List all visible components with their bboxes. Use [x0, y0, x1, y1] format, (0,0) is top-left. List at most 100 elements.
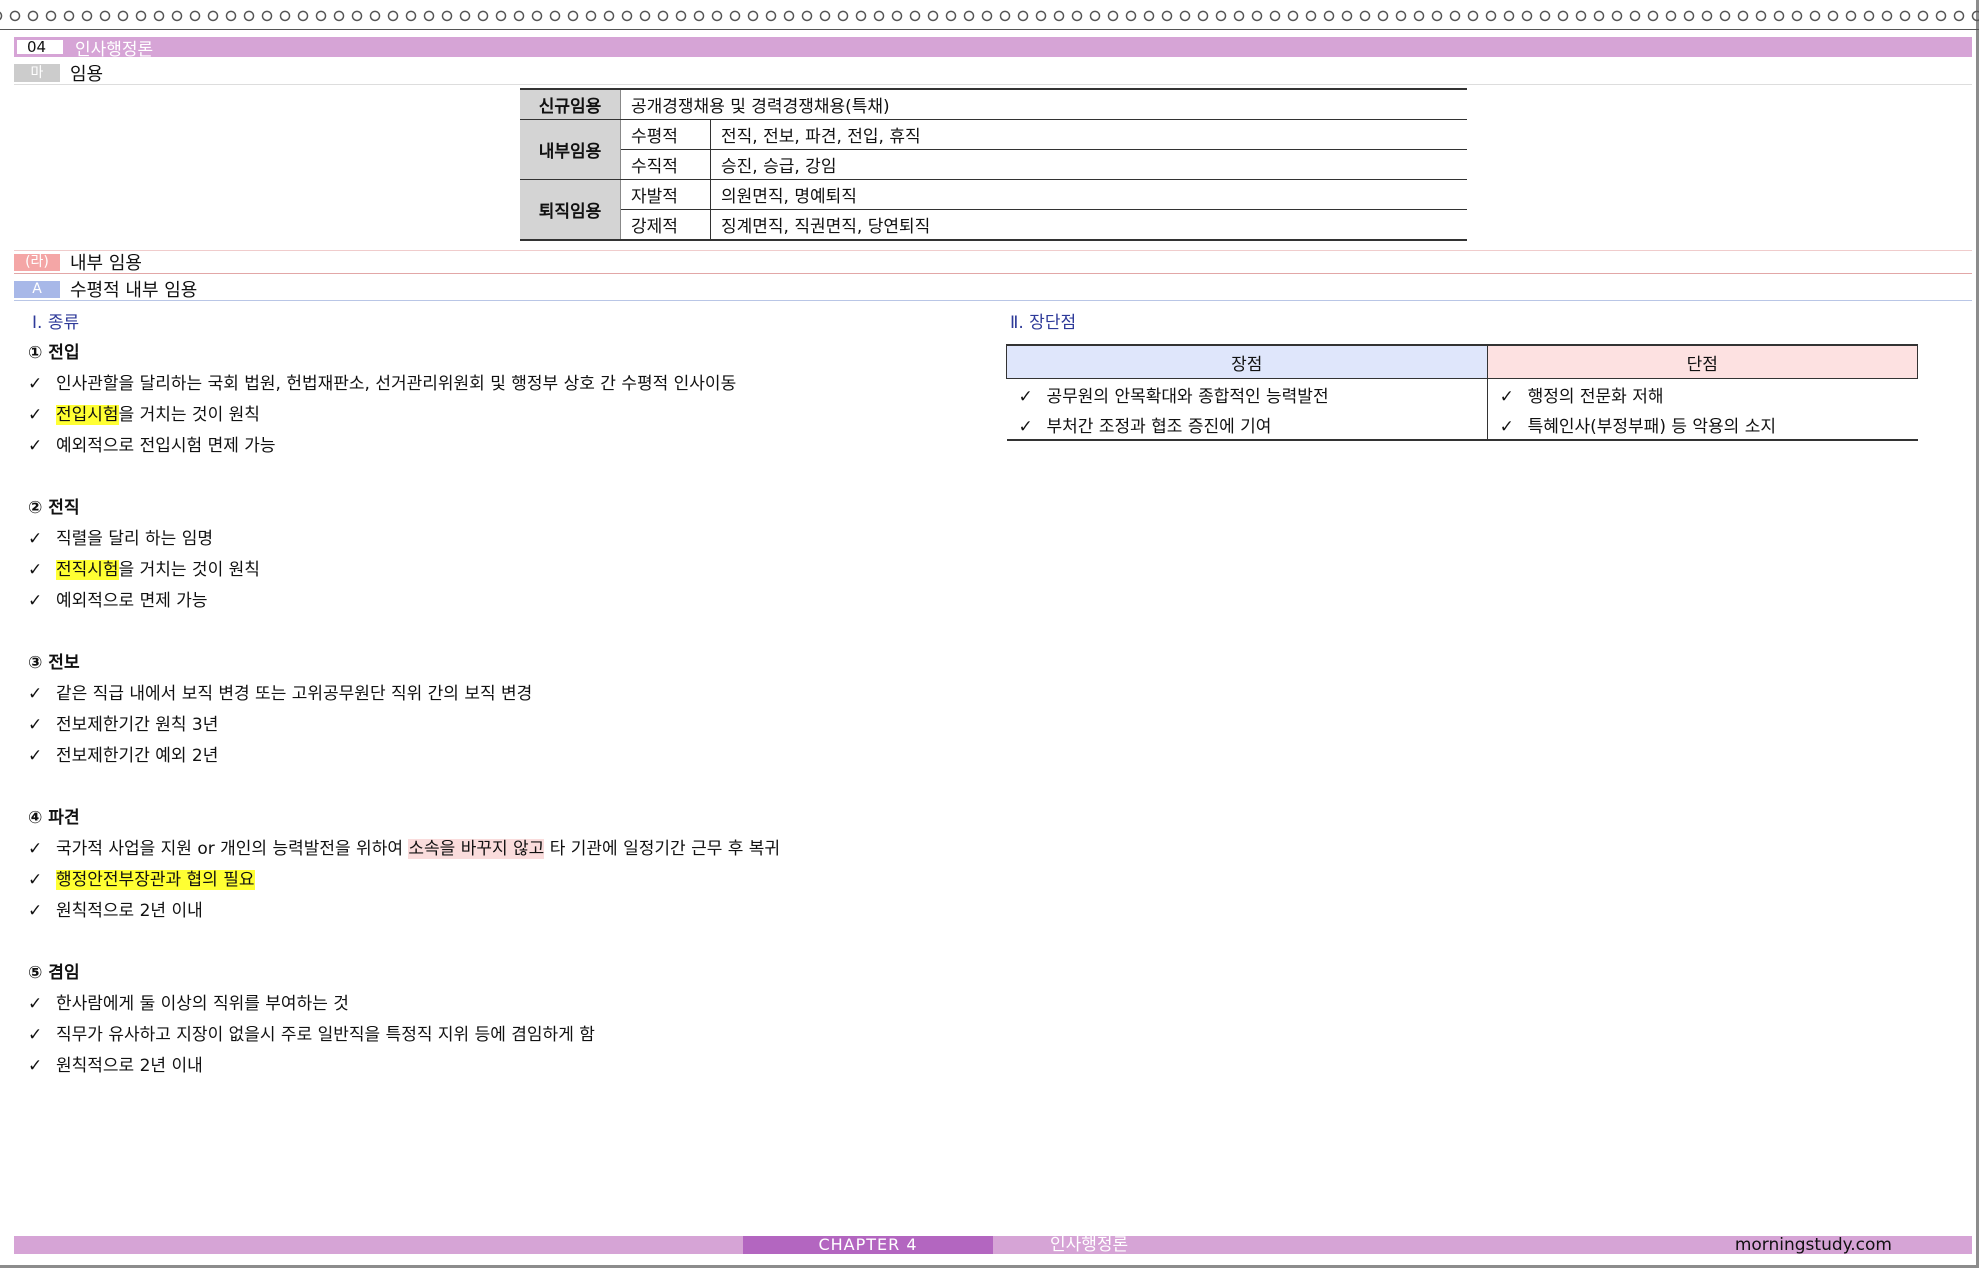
check-icon: ✓ — [28, 560, 43, 580]
list-item: ✓ 직렬을 달리 하는 임명 — [28, 524, 1008, 555]
types-heading: Ⅰ. 종류 — [32, 313, 80, 333]
item-text: 원칙적으로 2년 이내 — [56, 1056, 203, 1076]
footer-chapter: CHAPTER 4 — [743, 1236, 993, 1254]
item-text: 인사관할을 달리하는 국회 법원, 헌법재판소, 선거관리위원회 및 행정부 상… — [56, 374, 737, 394]
list-item: ✓ 직무가 유사하고 지장이 없을시 주로 일반직을 특정직 지위 등에 겸임하게… — [28, 1020, 1008, 1051]
type-group-title: ③ 전보 — [28, 653, 80, 673]
table-row: ✓ 부처간 조정과 협조 증진에 기여 ✓ 특혜인사(부정부패) 등 악용의 소지 — [1006, 409, 1918, 441]
item-text: 전보제한기간 예외 2년 — [56, 746, 219, 766]
check-icon: ✓ — [28, 1056, 43, 1076]
check-icon: ✓ — [28, 715, 43, 735]
table-content-cell: 전직, 전보, 파견, 전입, 휴직 — [710, 119, 1467, 150]
pros-cons-heading: Ⅱ. 장단점 — [1010, 313, 1077, 333]
table-type-cell: 수직적 — [620, 149, 711, 180]
type-group: ④ 파견 ✓ 국가적 사업을 지원 or 개인의 능력발전을 위하여 소속을 바꾸지… — [28, 803, 1008, 927]
pro-text: 공무원의 안목확대와 종합적인 능력발전 — [1046, 386, 1329, 407]
subsection-title: 수평적 내부 임용 — [70, 280, 198, 301]
topic-header: 마 임용 — [14, 62, 1972, 85]
item-text: 전보제한기간 원칙 3년 — [56, 715, 219, 735]
check-icon: ✓ — [28, 684, 43, 704]
con-cell: ✓ 행정의 전문화 저해 — [1486, 378, 1918, 409]
item-text: 예외적으로 면제 가능 — [56, 591, 208, 611]
item-text: 직무가 유사하고 지장이 없을시 주로 일반직을 특정직 지위 등에 겸임하게 … — [56, 1025, 595, 1045]
table-content-cell: 징계면직, 직권면직, 당연퇴직 — [710, 209, 1467, 241]
pros-header: 장점 — [1006, 344, 1488, 379]
table-type-cell: 자발적 — [620, 179, 711, 210]
chapter-title: 인사행정론 — [75, 39, 154, 60]
item-text: 타 기관에 일정기간 근무 후 복귀 — [544, 839, 781, 859]
table-row: 퇴직임용 자발적 의원면직, 명예퇴직 — [520, 179, 1467, 241]
list-item: ✓ 한사람에게 둘 이상의 직위를 부여하는 것 — [28, 989, 1008, 1020]
table-type-cell: 강제적 — [620, 209, 711, 241]
pros-cons-table: 장점 단점 ✓ 공무원의 안목확대와 종합적인 능력발전 ✓ 행정의 전문화 저해 … — [1006, 344, 1919, 441]
types-groups: ① 전입 ✓ 인사관할을 달리하는 국회 법원, 헌법재판소, 선거관리위원회 및 … — [28, 338, 1008, 1082]
check-icon: ✓ — [28, 901, 43, 921]
list-item: ✓ 예외적으로 면제 가능 — [28, 586, 1008, 617]
pro-cell: ✓ 공무원의 안목확대와 종합적인 능력발전 — [1006, 378, 1488, 409]
cons-header: 단점 — [1486, 344, 1919, 379]
highlighted-text: 전직시험 — [56, 560, 119, 580]
check-icon: ✓ — [28, 839, 43, 859]
type-group-title: ① 전입 — [28, 343, 80, 363]
type-group: ③ 전보 ✓ 같은 직급 내에서 보직 변경 또는 고위공무원단 직위 간의 보직 … — [28, 648, 1008, 772]
item-text: 예외적으로 전입시험 면제 가능 — [56, 436, 276, 456]
table-row: ✓ 공무원의 안목확대와 종합적인 능력발전 ✓ 행정의 전문화 저해 — [1006, 378, 1918, 409]
topic-title: 임용 — [70, 64, 104, 85]
table-category-cell: 퇴직임용 — [520, 179, 621, 241]
list-item: ✓ 인사관할을 달리하는 국회 법원, 헌법재판소, 선거관리위원회 및 행정부 … — [28, 369, 1008, 400]
check-icon: ✓ — [28, 870, 43, 890]
list-item: ✓ 예외적으로 전입시험 면제 가능 — [28, 431, 1008, 462]
subsection-header: A 수평적 내부 임용 — [14, 278, 1972, 301]
con-text: 행정의 전문화 저해 — [1527, 386, 1664, 407]
table-category-cell: 내부임용 — [520, 119, 621, 180]
highlighted-text: 소속을 바꾸지 않고 — [408, 839, 545, 859]
check-icon: ✓ — [1499, 416, 1514, 437]
section-mark: (라) — [14, 253, 60, 271]
highlighted-text: 행정안전부장관과 협의 필요 — [56, 870, 255, 890]
check-icon: ✓ — [28, 436, 43, 456]
table-row: 신규임용 공개경쟁채용 및 경력경쟁채용(특채) — [520, 89, 1467, 120]
table-row: 내부임용 수평적 전직, 전보, 파견, 전입, 휴직 — [520, 119, 1467, 180]
table-row: 수직적 승진, 승급, 강임 — [520, 149, 1467, 180]
check-icon: ✓ — [28, 1025, 43, 1045]
footer-site: morningstudy.com — [1734, 1235, 1892, 1255]
check-icon: ✓ — [28, 405, 43, 425]
list-item: ✓ 원칙적으로 2년 이내 — [28, 896, 1008, 927]
type-group: ② 전직 ✓ 직렬을 달리 하는 임명 ✓ 전직시험을 거치는 것이 원칙 ✓ 예외적으로 … — [28, 493, 1008, 617]
pro-text: 부처간 조정과 협조 증진에 기여 — [1046, 416, 1272, 437]
item-text: 을 거치는 것이 원칙 — [118, 405, 260, 425]
list-item: ✓ 원칙적으로 2년 이내 — [28, 1051, 1008, 1082]
type-group-title: ④ 파견 — [28, 808, 80, 828]
chapter-header: 04 인사행정론 — [14, 37, 1972, 60]
check-icon: ✓ — [1018, 386, 1033, 407]
list-item: ✓ 전보제한기간 원칙 3년 — [28, 710, 1008, 741]
table-content-cell: 공개경쟁채용 및 경력경쟁채용(특채) — [620, 89, 1467, 120]
con-cell: ✓ 특혜인사(부정부패) 등 악용의 소지 — [1486, 409, 1918, 441]
table-header-row: 장점 단점 — [1006, 344, 1919, 379]
section-title: 내부 임용 — [70, 253, 142, 274]
section-header: (라) 내부 임용 — [14, 250, 1972, 274]
check-icon: ✓ — [1499, 386, 1514, 407]
table-category-cell: 신규임용 — [520, 89, 621, 120]
type-group-title: ⑤ 겸임 — [28, 963, 80, 983]
pros-cons-column: Ⅱ. 장단점 장점 단점 ✓ 공무원의 안목확대와 종합적인 능력발전 ✓ 행정의 … — [1006, 308, 1919, 441]
highlighted-text: 전입시험 — [56, 405, 119, 425]
type-group: ① 전입 ✓ 인사관할을 달리하는 국회 법원, 헌법재판소, 선거관리위원회 및 … — [28, 338, 1008, 462]
list-item: ✓ 전직시험을 거치는 것이 원칙 — [28, 555, 1008, 586]
types-column: Ⅰ. 종류 ① 전입 ✓ 인사관할을 달리하는 국회 법원, 헌법재판소, 선거관리… — [28, 308, 1008, 1113]
item-text: 직렬을 달리 하는 임명 — [56, 529, 213, 549]
item-text: 원칙적으로 2년 이내 — [56, 901, 203, 921]
check-icon: ✓ — [28, 746, 43, 766]
footer-title: 인사행정론 — [1050, 1235, 1129, 1255]
topic-mark: 마 — [14, 64, 60, 82]
table-content-cell: 승진, 승급, 강임 — [710, 149, 1467, 180]
spiral-binding — [0, 0, 1979, 30]
check-icon: ✓ — [28, 374, 43, 394]
pro-cell: ✓ 부처간 조정과 협조 증진에 기여 — [1006, 409, 1488, 441]
chapter-number: 04 — [17, 40, 63, 55]
type-group: ⑤ 겸임 ✓ 한사람에게 둘 이상의 직위를 부여하는 것 ✓ 직무가 유사하고 지장이… — [28, 958, 1008, 1082]
table-row: 강제적 징계면직, 직권면직, 당연퇴직 — [520, 209, 1467, 241]
footer-bar: CHAPTER 4 인사행정론 morningstudy.com — [14, 1236, 1972, 1254]
check-icon: ✓ — [28, 591, 43, 611]
check-icon: ✓ — [1018, 416, 1033, 437]
